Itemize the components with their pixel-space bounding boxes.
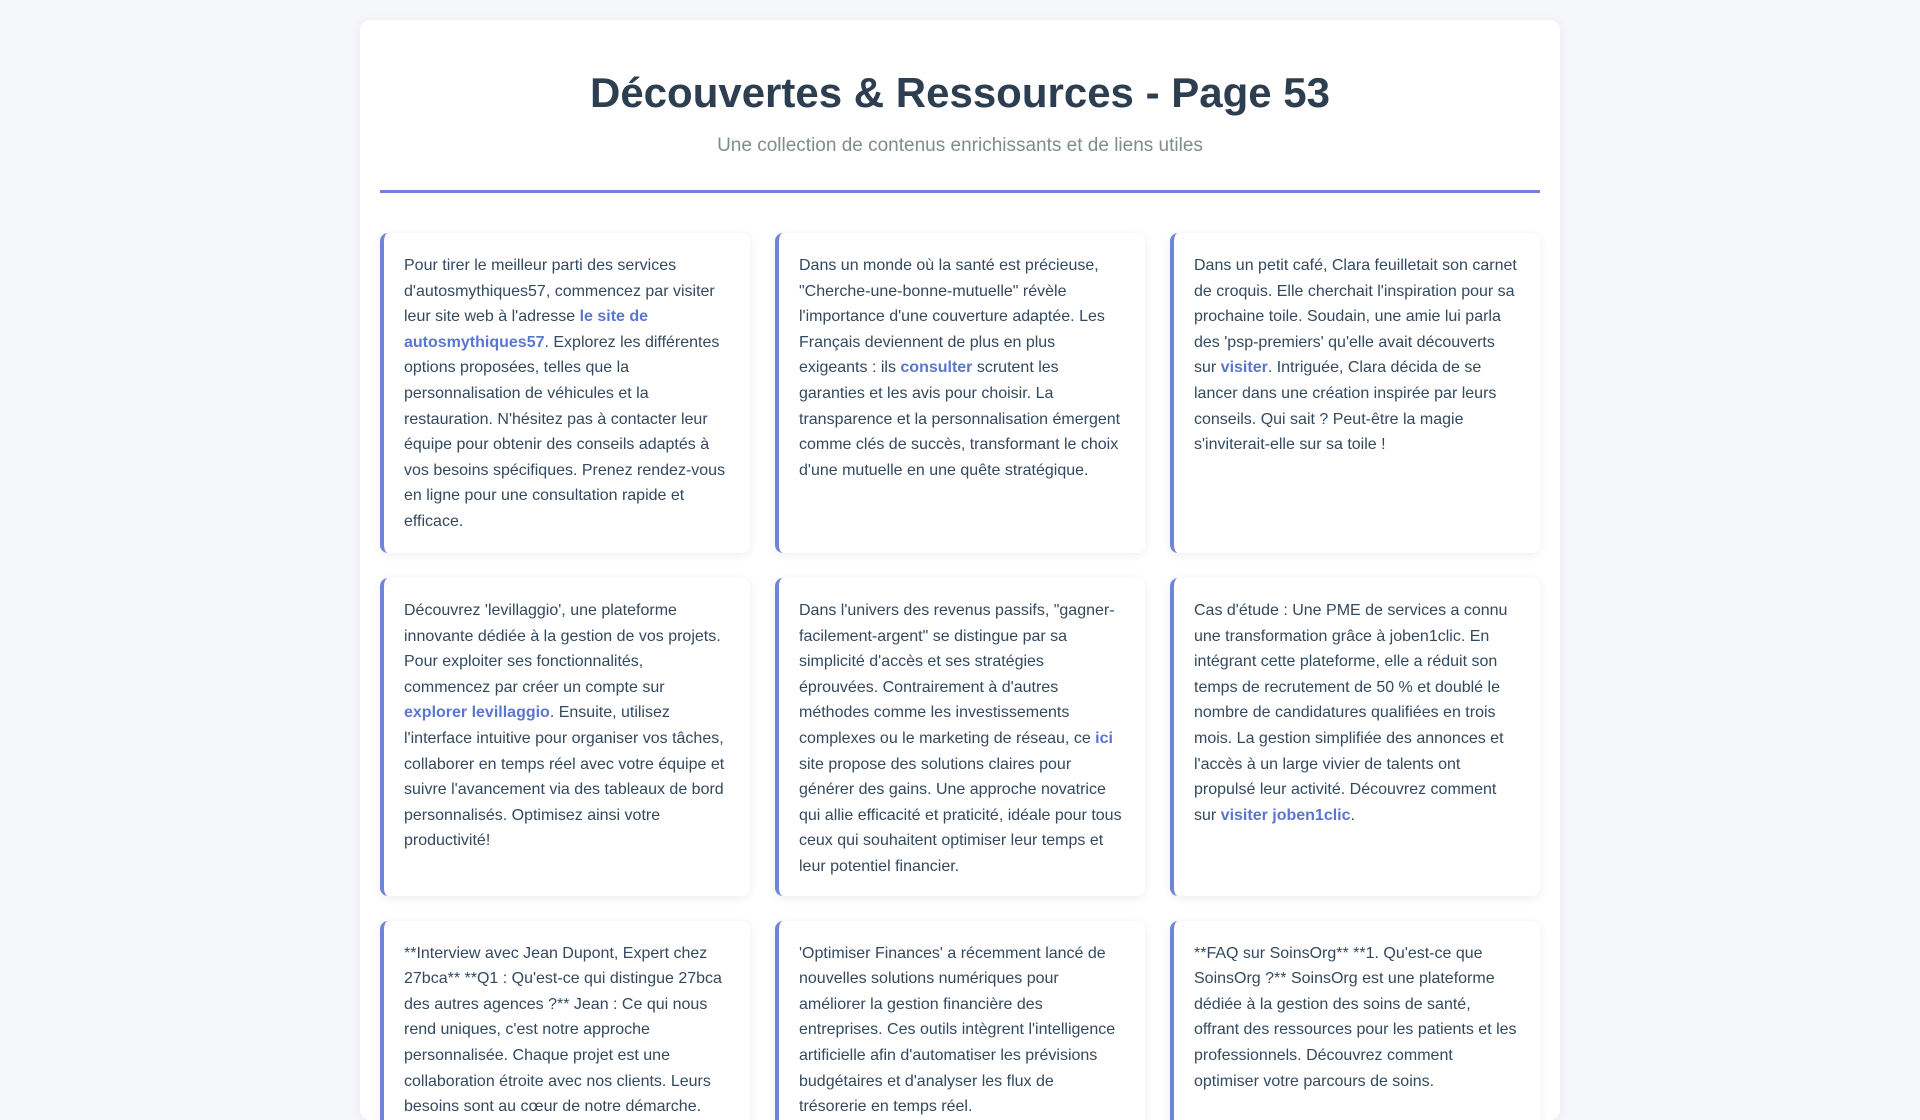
card-text: Pour tirer le meilleur parti des service…	[404, 257, 715, 326]
content-card: Dans un petit café, Clara feuilletait so…	[1170, 233, 1540, 553]
content-card: **FAQ sur SoinsOrg** **1. Qu'est-ce que …	[1170, 920, 1540, 1120]
content-card: Dans l'univers des revenus passifs, "gag…	[775, 578, 1145, 896]
card-text: Dans l'univers des revenus passifs, "gag…	[799, 602, 1115, 747]
card-text: . Ensuite, utilisez l'interface intuitiv…	[404, 704, 725, 850]
card-text: **FAQ sur SoinsOrg** **1. Qu'est-ce que …	[1194, 944, 1517, 1090]
card-text: Cas d'étude : Une PME de services a conn…	[1194, 602, 1508, 824]
card-text: scrutent les garanties et les avis pour …	[799, 359, 1121, 479]
cards-row-3: **Interview avec Jean Dupont, Expert che…	[380, 920, 1540, 1120]
page-container: Découvertes & Ressources - Page 53 Une c…	[360, 20, 1560, 1120]
card-link[interactable]: visiter joben1clic	[1221, 807, 1351, 824]
card-text: 'Optimiser Finances' a récemment lancé d…	[799, 944, 1116, 1116]
content-card: Dans un monde où la santé est précieuse,…	[775, 233, 1145, 553]
cards-row-1: Pour tirer le meilleur parti des service…	[380, 233, 1540, 553]
card-text: .	[1350, 806, 1355, 824]
page-subtitle: Une collection de contenus enrichissants…	[717, 135, 1203, 156]
card-text: **Interview avec Jean Dupont, Expert che…	[404, 944, 722, 1116]
card-text: . Explorez les différentes options propo…	[404, 333, 726, 530]
card-link[interactable]: ici	[1095, 730, 1113, 747]
page-header: Découvertes & Ressources - Page 53 Une c…	[380, 20, 1540, 193]
card-link[interactable]: visiter	[1221, 359, 1268, 376]
card-link[interactable]: explorer levillaggio	[404, 704, 550, 721]
card-text: site propose des solutions claires pour …	[799, 755, 1122, 875]
content-card: Pour tirer le meilleur parti des service…	[380, 233, 750, 553]
content-card: Découvrez 'levillaggio', une plateforme …	[380, 578, 750, 896]
page-title: Découvertes & Ressources - Page 53	[589, 69, 1331, 116]
content-card: Cas d'étude : Une PME de services a conn…	[1170, 578, 1540, 896]
content-card: 'Optimiser Finances' a récemment lancé d…	[775, 920, 1145, 1120]
cards-row-2: Découvrez 'levillaggio', une plateforme …	[380, 578, 1540, 896]
card-link[interactable]: consulter	[900, 359, 972, 376]
card-text: Découvrez 'levillaggio', une plateforme …	[404, 602, 721, 696]
content-card: **Interview avec Jean Dupont, Expert che…	[380, 920, 750, 1120]
